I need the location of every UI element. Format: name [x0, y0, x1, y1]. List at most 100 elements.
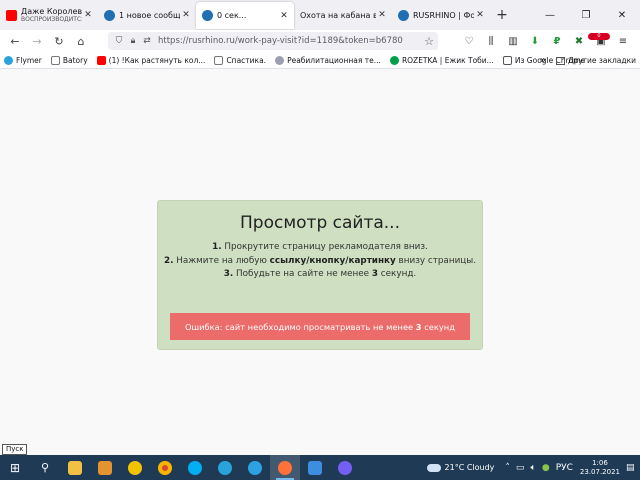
- reload-button[interactable]: ↻: [48, 35, 70, 48]
- youtube-icon: [6, 9, 17, 21]
- shield-icon[interactable]: ⛉: [112, 36, 126, 46]
- gear-icon: [275, 55, 285, 65]
- step-2: 2. Нажмите на любую ссылку/кнопку/картин…: [158, 255, 482, 269]
- app-icon[interactable]: [120, 455, 150, 480]
- folder-icon: [502, 55, 512, 65]
- step-text: Прокрутите страницу рекламодателя вниз.: [224, 242, 428, 252]
- restore-button[interactable]: ❐: [568, 0, 604, 30]
- url-text[interactable]: https://rusrhino.ru/work-pay-visit?id=11…: [158, 36, 403, 46]
- page-icon: [214, 55, 224, 65]
- instructions: 1. Прокрутите страницу рекламодателя вни…: [158, 241, 482, 282]
- bookmark-item[interactable]: Flymer: [4, 55, 42, 65]
- keyboard-icon[interactable]: ●: [542, 463, 550, 473]
- bookmark-item[interactable]: Batory: [50, 55, 88, 65]
- taskbar: ⊞ ⚲ 21°C Cloudy ˄ ▭ 🔈︎ ● РУС 1:06 23.07.…: [0, 455, 640, 480]
- clock-date: 23.07.2021: [579, 467, 620, 476]
- edge-icon[interactable]: [240, 455, 270, 480]
- tab-active-visit[interactable]: 0 сек... ✕: [196, 2, 294, 29]
- permissions-icon[interactable]: ⇄: [140, 36, 154, 46]
- library-icon[interactable]: ⫼: [480, 36, 502, 47]
- bookmark-label: Batory: [62, 55, 88, 65]
- close-icon[interactable]: ✕: [376, 10, 388, 20]
- home-button[interactable]: ⌂: [70, 35, 92, 48]
- extension-badge-icon[interactable]: ▣ 0: [588, 32, 612, 47]
- address-bar[interactable]: ⛉ 🔒︎ ⇄ https://rusrhino.ru/work-pay-visi…: [108, 32, 438, 50]
- weather-widget[interactable]: 21°C Cloudy: [426, 463, 494, 472]
- chevron-up-icon[interactable]: ˄: [505, 463, 510, 473]
- start-button[interactable]: ⊞: [0, 455, 30, 480]
- photos-icon[interactable]: [300, 455, 330, 480]
- clock[interactable]: 1:06 23.07.2021: [580, 459, 620, 477]
- tab-title: 1 новое сообщени: [119, 10, 180, 20]
- network-icon[interactable]: ▭: [516, 463, 525, 473]
- bookmark-item[interactable]: ROZETKA | Ежик Тоби...: [389, 55, 494, 65]
- page-icon: [50, 55, 60, 65]
- documents-icon[interactable]: [90, 455, 120, 480]
- menu-icon[interactable]: ≡: [612, 36, 634, 47]
- page-content: Просмотр сайта... 1. Прокрутите страницу…: [0, 70, 640, 455]
- weather-temp: 21°C: [444, 463, 465, 472]
- bookmark-item[interactable]: Спастика.: [214, 55, 267, 65]
- telegram-icon[interactable]: [210, 455, 240, 480]
- bookmark-label: Спастика.: [226, 55, 267, 65]
- close-icon[interactable]: ✕: [474, 10, 486, 20]
- youtube-icon: [96, 55, 106, 65]
- tab-youtube[interactable]: Даже Королевская ВОСПРОИЗВОДИТСЯ ✕: [0, 0, 98, 30]
- search-icon[interactable]: ⚲: [30, 455, 60, 480]
- step-number: 3.: [223, 269, 234, 279]
- viber-icon[interactable]: [330, 455, 360, 480]
- forward-button[interactable]: →: [26, 35, 48, 48]
- close-icon[interactable]: ✕: [278, 11, 290, 21]
- firefox-icon[interactable]: [270, 455, 300, 480]
- lock-icon[interactable]: 🔒︎: [126, 36, 140, 46]
- navigation-bar: ← → ↻ ⌂ ⛉ 🔒︎ ⇄ https://rusrhino.ru/work-…: [0, 30, 640, 52]
- error-message: Ошибка: сайт необходимо просматривать не…: [170, 313, 470, 340]
- file-explorer-icon[interactable]: [60, 455, 90, 480]
- close-icon[interactable]: ✕: [82, 10, 94, 20]
- toolbar-icons: ♡ ⫼ ▥ ⬇ ₽ ✖ ▣ 0 ≡: [458, 30, 634, 52]
- bookmark-item[interactable]: (1) !Как растянуть кол...: [96, 55, 206, 65]
- other-bookmarks-button[interactable]: Другие закладки: [568, 56, 636, 65]
- notifications-icon[interactable]: ▤: [626, 463, 640, 473]
- close-window-button[interactable]: ✕: [604, 0, 640, 30]
- step-number: 1.: [212, 242, 222, 252]
- language-indicator[interactable]: РУС: [556, 463, 573, 473]
- tab-messages[interactable]: 1 новое сообщени ✕: [98, 0, 196, 30]
- tab-forum[interactable]: RUSRHINO | Форум ✕: [392, 0, 490, 30]
- bookmark-label: Реабилитационная те...: [287, 55, 381, 65]
- sidebar-icon[interactable]: ▥: [502, 36, 524, 47]
- new-tab-button[interactable]: +: [490, 0, 514, 30]
- minimize-button[interactable]: —: [532, 0, 568, 30]
- skype-icon[interactable]: [180, 455, 210, 480]
- tab-title: 0 сек...: [217, 11, 247, 20]
- telegram-icon: [4, 55, 13, 65]
- bookmarks-bar: Flymer Batory (1) !Как растянуть кол... …: [0, 52, 640, 69]
- extension-p-icon[interactable]: ₽: [546, 36, 568, 47]
- cloud-icon: [426, 463, 441, 472]
- step-text: секунд.: [380, 269, 417, 279]
- step-text: внизу страницы.: [398, 255, 477, 266]
- step-text: Нажмите на любую: [176, 255, 267, 266]
- bookmark-label: Flymer: [16, 55, 42, 65]
- clock-time: 1:06: [592, 458, 608, 467]
- pocket-icon[interactable]: ♡: [458, 36, 480, 47]
- extension-x-icon[interactable]: ✖: [568, 36, 590, 47]
- bookmark-label: (1) !Как растянуть кол...: [108, 55, 206, 65]
- extension-badge: 0: [588, 32, 610, 40]
- step-3: 3. Побудьте на сайте не менее 3 секунд.: [158, 268, 482, 282]
- bookmark-star-icon[interactable]: ☆: [424, 35, 434, 48]
- tab-hunting[interactable]: Охота на кабана в пол ✕: [294, 0, 392, 30]
- close-icon[interactable]: ✕: [180, 10, 192, 20]
- bookmark-item[interactable]: Реабилитационная те...: [275, 55, 381, 65]
- volume-icon[interactable]: 🔈︎: [530, 463, 535, 473]
- step-number: 2.: [163, 255, 174, 266]
- chrome-icon[interactable]: [150, 455, 180, 480]
- bookmark-label: ROZETKA | Ежик Тоби...: [401, 55, 494, 65]
- download-icon[interactable]: ⬇: [524, 36, 546, 47]
- tab-subtitle: ВОСПРОИЗВОДИТСЯ: [21, 16, 82, 23]
- chevron-right-icon[interactable]: »: [540, 55, 546, 66]
- back-button[interactable]: ←: [4, 35, 26, 48]
- rozetka-icon: [389, 55, 399, 65]
- card-title: Просмотр сайта...: [240, 213, 400, 233]
- rusrhino-icon: [398, 9, 409, 21]
